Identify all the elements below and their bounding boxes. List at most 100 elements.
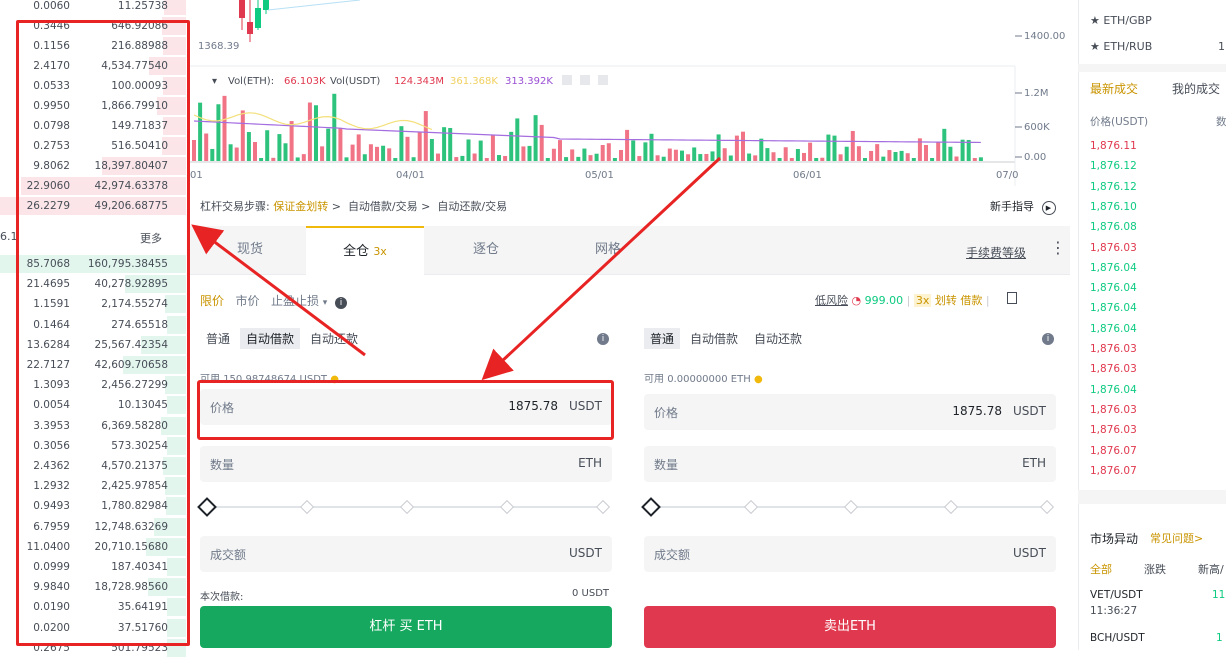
add-funds-icon[interactable]: ●	[754, 374, 763, 385]
bid-row[interactable]: 1.2932 2,425.97854	[0, 476, 186, 496]
kline-chart[interactable]: 1368.39 1400.00 ▾ Vol(ETH): 66.103K Vol(…	[190, 0, 1070, 186]
tab-spot[interactable]: 现货	[190, 226, 310, 274]
risk-leverage[interactable]: 3x	[913, 294, 932, 307]
bid-row[interactable]: 0.1464 274.65518	[0, 315, 186, 335]
bid-row[interactable]: 3.3953 6,369.58280	[0, 416, 186, 436]
ask-row[interactable]: 0.2753 516.50410	[0, 136, 186, 156]
tab-isolated-margin[interactable]: 逐仓	[426, 226, 546, 274]
ask-row[interactable]: 0.0533 100.00093	[0, 76, 186, 96]
trade-price: 1,876.03	[1090, 424, 1137, 437]
ask-row[interactable]: 0.3446 646.92086	[0, 16, 186, 36]
ask-row[interactable]: 0.0798 149.71837	[0, 116, 186, 136]
bid-row[interactable]: 0.2675 501.79523	[0, 638, 186, 658]
vol-close-icon[interactable]	[598, 75, 608, 85]
bid-row[interactable]: 0.0200 37.51760	[0, 618, 186, 638]
movers-faq-link[interactable]: 常见问题>	[1150, 530, 1203, 546]
borrow-link[interactable]: 借款	[960, 294, 982, 307]
ask-row[interactable]: 22.9060 42,974.63378	[0, 176, 186, 196]
trade-price: 1,876.12	[1090, 180, 1137, 193]
ask-row[interactable]: 0.0060 11.25738	[0, 0, 186, 16]
volume-bar	[210, 148, 215, 161]
order-type-stop[interactable]: 止盈止损	[271, 294, 319, 308]
sell-amount-slider[interactable]	[641, 497, 1055, 517]
movers-tab-high[interactable]: 新高/	[1198, 561, 1224, 577]
order-book-more-link[interactable]: 更多	[140, 230, 162, 246]
step-borrow[interactable]: 自动借款/交易	[348, 200, 418, 213]
bid-row[interactable]: 85.7068 160,795.38455	[0, 254, 186, 274]
sell-total-unit: USDT	[1013, 546, 1046, 560]
bid-row[interactable]: 1.3093 2,456.27299	[0, 375, 186, 395]
bid-row[interactable]: 9.9840 18,728.98560	[0, 577, 186, 597]
bid-row[interactable]: 0.9493 1,780.82984	[0, 496, 186, 516]
fee-level-link[interactable]: 手续费等级	[966, 244, 1026, 261]
buy-quantity-input[interactable]: 数量 ETH	[200, 446, 612, 482]
ask-row[interactable]: 2.4170 4,534.77540	[0, 56, 186, 76]
tab-latest-trades[interactable]: 最新成交	[1090, 80, 1138, 97]
bid-row[interactable]: 2.4362 4,570.21375	[0, 456, 186, 476]
ask-row[interactable]: 0.9950 1,866.79910	[0, 96, 186, 116]
bid-row[interactable]: 11.0400 20,710.15680	[0, 537, 186, 557]
buy-amount-slider[interactable]	[197, 497, 611, 517]
tab-cross-margin[interactable]: 全仓 3x	[306, 226, 424, 276]
vol-ma2-value: 313.392K	[505, 76, 553, 87]
pair-eth-rub[interactable]: ★ ETH/RUB	[1090, 40, 1152, 53]
volume-bar	[881, 156, 886, 161]
movers-tab-all[interactable]: 全部	[1090, 561, 1112, 577]
mover-1-pair[interactable]: VET/USDT	[1090, 589, 1143, 601]
vol-collapse-icon[interactable]: ▾	[212, 76, 217, 87]
ask-row[interactable]: 26.2279 49,206.68775	[0, 196, 186, 216]
sell-price-input[interactable]: 价格 1875.78 USDT	[644, 394, 1056, 430]
add-funds-icon[interactable]: ●	[330, 374, 339, 385]
bid-row[interactable]: 1.1591 2,174.55274	[0, 294, 186, 314]
sell-info-icon[interactable]: i	[1042, 333, 1054, 345]
sell-mode-auto-borrow[interactable]: 自动借款	[684, 328, 744, 349]
vol-hide-icon[interactable]	[580, 75, 590, 85]
transfer-link[interactable]: 划转	[935, 294, 957, 307]
bid-row[interactable]: 21.4695 40,278.92895	[0, 274, 186, 294]
step-repay[interactable]: 自动还款/交易	[437, 200, 507, 213]
buy-mode-auto-repay[interactable]: 自动还款	[304, 328, 364, 349]
buy-mode-normal[interactable]: 普通	[200, 328, 236, 349]
mover-2-pair[interactable]: BCH/USDT	[1090, 632, 1145, 644]
volume-bar	[686, 154, 691, 161]
order-type-limit[interactable]: 限价	[200, 294, 224, 308]
ask-row[interactable]: 0.1156 216.88988	[0, 36, 186, 56]
bid-row[interactable]: 0.0054 10.13045	[0, 395, 186, 415]
sell-total-input[interactable]: 成交额 USDT	[644, 536, 1056, 572]
buy-slider-handle[interactable]	[197, 497, 217, 517]
bid-row[interactable]: 13.6284 25,567.42354	[0, 335, 186, 355]
star-icon[interactable]: ★	[1090, 40, 1100, 53]
buy-mode-auto-borrow[interactable]: 自动借款	[240, 328, 301, 349]
buy-price-input[interactable]: 价格 1875.78 USDT	[200, 389, 612, 425]
bid-row[interactable]: 22.7127 42,609.70658	[0, 355, 186, 375]
sell-mode-auto-repay[interactable]: 自动还款	[748, 328, 808, 349]
sell-eth-button[interactable]: 卖出ETH	[644, 606, 1056, 648]
ask-row[interactable]: 9.8062 18,397.80407	[0, 156, 186, 176]
tab-grid[interactable]: 网格	[548, 226, 668, 274]
step-transfer[interactable]: 保证金划转	[273, 200, 328, 213]
margin-buy-button[interactable]: 杠杆 买 ETH	[200, 606, 612, 648]
sell-slider-handle[interactable]	[641, 497, 661, 517]
more-menu-icon[interactable]: ⋮	[1050, 238, 1066, 257]
vol-settings-icon[interactable]	[562, 75, 572, 85]
bid-row[interactable]: 0.0999 187.40341	[0, 557, 186, 577]
order-type-market[interactable]: 市价	[235, 294, 259, 308]
tab-my-trades[interactable]: 我的成交	[1172, 80, 1220, 97]
pair-eth-gbp[interactable]: ★ ETH/GBP	[1090, 14, 1152, 27]
movers-tab-change[interactable]: 涨跌	[1144, 561, 1166, 577]
star-icon[interactable]: ★	[1090, 14, 1100, 27]
buy-total-input[interactable]: 成交额 USDT	[200, 536, 612, 572]
sell-quantity-input[interactable]: 数量 ETH	[644, 446, 1056, 482]
row-total: 501.79523	[111, 641, 168, 654]
bid-row[interactable]: 6.7959 12,748.63269	[0, 517, 186, 537]
bid-row[interactable]: 0.0190 35.64191	[0, 597, 186, 617]
beginner-guide-link[interactable]: 新手指导 ▶	[990, 198, 1056, 215]
risk-label[interactable]: 低风险	[815, 294, 848, 307]
info-icon[interactable]: i	[334, 297, 347, 309]
bid-row[interactable]: 0.3056 573.30254	[0, 436, 186, 456]
chevron-down-icon[interactable]: ▾	[323, 298, 328, 308]
row-amount: 9.8062	[33, 160, 70, 172]
buy-info-icon[interactable]: i	[597, 333, 609, 345]
calculator-icon[interactable]	[1007, 292, 1018, 304]
sell-mode-normal[interactable]: 普通	[644, 328, 681, 349]
